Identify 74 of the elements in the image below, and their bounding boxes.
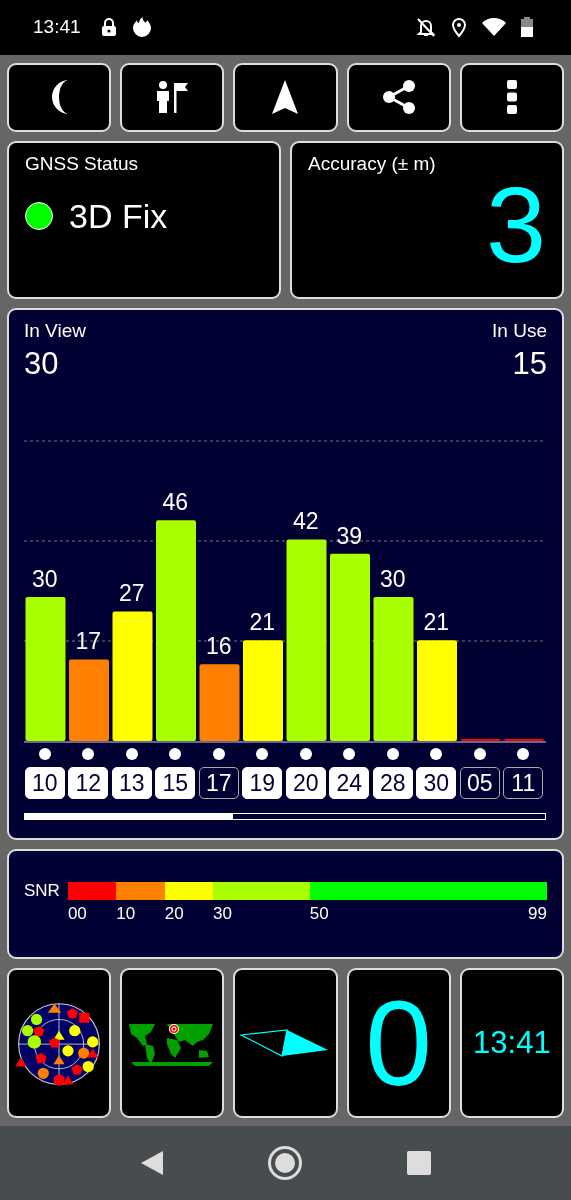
share-button[interactable] xyxy=(346,62,451,132)
satellite-dot xyxy=(212,747,225,760)
bell-off-icon xyxy=(415,16,437,39)
bar-value: 42 xyxy=(292,508,319,535)
clock-tile[interactable]: 13:41 xyxy=(459,967,564,1118)
accuracy-value: 3 xyxy=(485,170,546,279)
snr-tick-label: 30 xyxy=(213,903,232,924)
satellite-dot xyxy=(299,747,312,760)
bar-value: 17 xyxy=(75,628,102,655)
night-mode-button[interactable] xyxy=(7,62,112,132)
satellite-id: 05 xyxy=(459,766,500,799)
satellite-dot xyxy=(517,747,530,760)
status-time: 13:41 xyxy=(33,16,81,39)
bar-value: 21 xyxy=(423,608,450,635)
speed-value: 0 xyxy=(365,982,433,1103)
in-use-label: In Use xyxy=(492,319,547,342)
sky-plot-tile[interactable] xyxy=(7,967,112,1118)
person-flag-icon xyxy=(154,79,191,116)
bar-value: 30 xyxy=(379,565,406,592)
wifi-icon xyxy=(481,17,507,38)
satellite-dot xyxy=(82,747,95,760)
snr-tick-label: 00 xyxy=(67,903,87,924)
bar-value: 16 xyxy=(205,632,232,659)
card-title: GNSS Status xyxy=(25,152,138,175)
satellite-id: 19 xyxy=(242,766,283,799)
snr-label: SNR xyxy=(24,881,60,900)
satellite-dot xyxy=(169,747,182,760)
clock-time: 13:41 xyxy=(473,1024,551,1061)
snr-tick-label: 10 xyxy=(116,903,136,924)
satellite-id: 13 xyxy=(111,766,152,799)
in-use-count: 15 xyxy=(512,345,547,382)
compass-tile[interactable] xyxy=(233,967,338,1118)
bar-value: 46 xyxy=(162,488,189,515)
snr-tick-label: 99 xyxy=(528,903,547,924)
satellite-dot xyxy=(386,747,399,760)
location-pin-icon xyxy=(451,16,467,39)
lock-icon xyxy=(100,18,117,37)
in-view-count: 30 xyxy=(24,345,59,382)
bar-value: 21 xyxy=(249,608,276,635)
satellite-id: 28 xyxy=(372,766,413,799)
satellite-dot xyxy=(125,747,138,760)
card-title: Accuracy (± m) xyxy=(308,152,436,175)
battery-icon xyxy=(521,16,533,39)
bar-value: 27 xyxy=(118,580,145,607)
share-icon xyxy=(381,79,416,116)
satellite-dot xyxy=(343,747,356,760)
speed-tile[interactable]: 0 xyxy=(346,967,451,1118)
satellite-id: 30 xyxy=(416,766,457,799)
satellite-dot xyxy=(473,747,486,760)
signal-bar xyxy=(460,738,501,741)
satellite-id: 24 xyxy=(329,766,370,799)
snr-tick-label: 20 xyxy=(164,903,184,924)
waypoint-button[interactable] xyxy=(120,62,225,132)
satellite-id: 10 xyxy=(24,766,65,799)
satellite-id: 11 xyxy=(503,766,544,799)
satellite-id: 15 xyxy=(155,766,196,799)
satellite-dot xyxy=(38,747,51,760)
navigation-button[interactable] xyxy=(233,62,338,132)
menu-icon xyxy=(506,80,517,115)
signal-bar xyxy=(504,738,544,741)
navigation-arrow-icon xyxy=(271,79,300,116)
satellite-id: 17 xyxy=(198,766,239,799)
satellite-id: 12 xyxy=(68,766,109,799)
menu-button[interactable] xyxy=(459,62,564,132)
world-map-tile[interactable] xyxy=(120,967,225,1118)
bar-value: 30 xyxy=(31,565,58,592)
fix-status: 3D Fix xyxy=(69,196,168,236)
satellite-dot xyxy=(256,747,269,760)
satellite-dot xyxy=(430,747,443,760)
in-view-label: In View xyxy=(24,319,86,342)
snr-tick-label: 50 xyxy=(309,903,329,924)
satellite-id: 20 xyxy=(285,766,326,799)
flame-icon xyxy=(130,16,153,39)
bar-value: 39 xyxy=(336,522,363,549)
